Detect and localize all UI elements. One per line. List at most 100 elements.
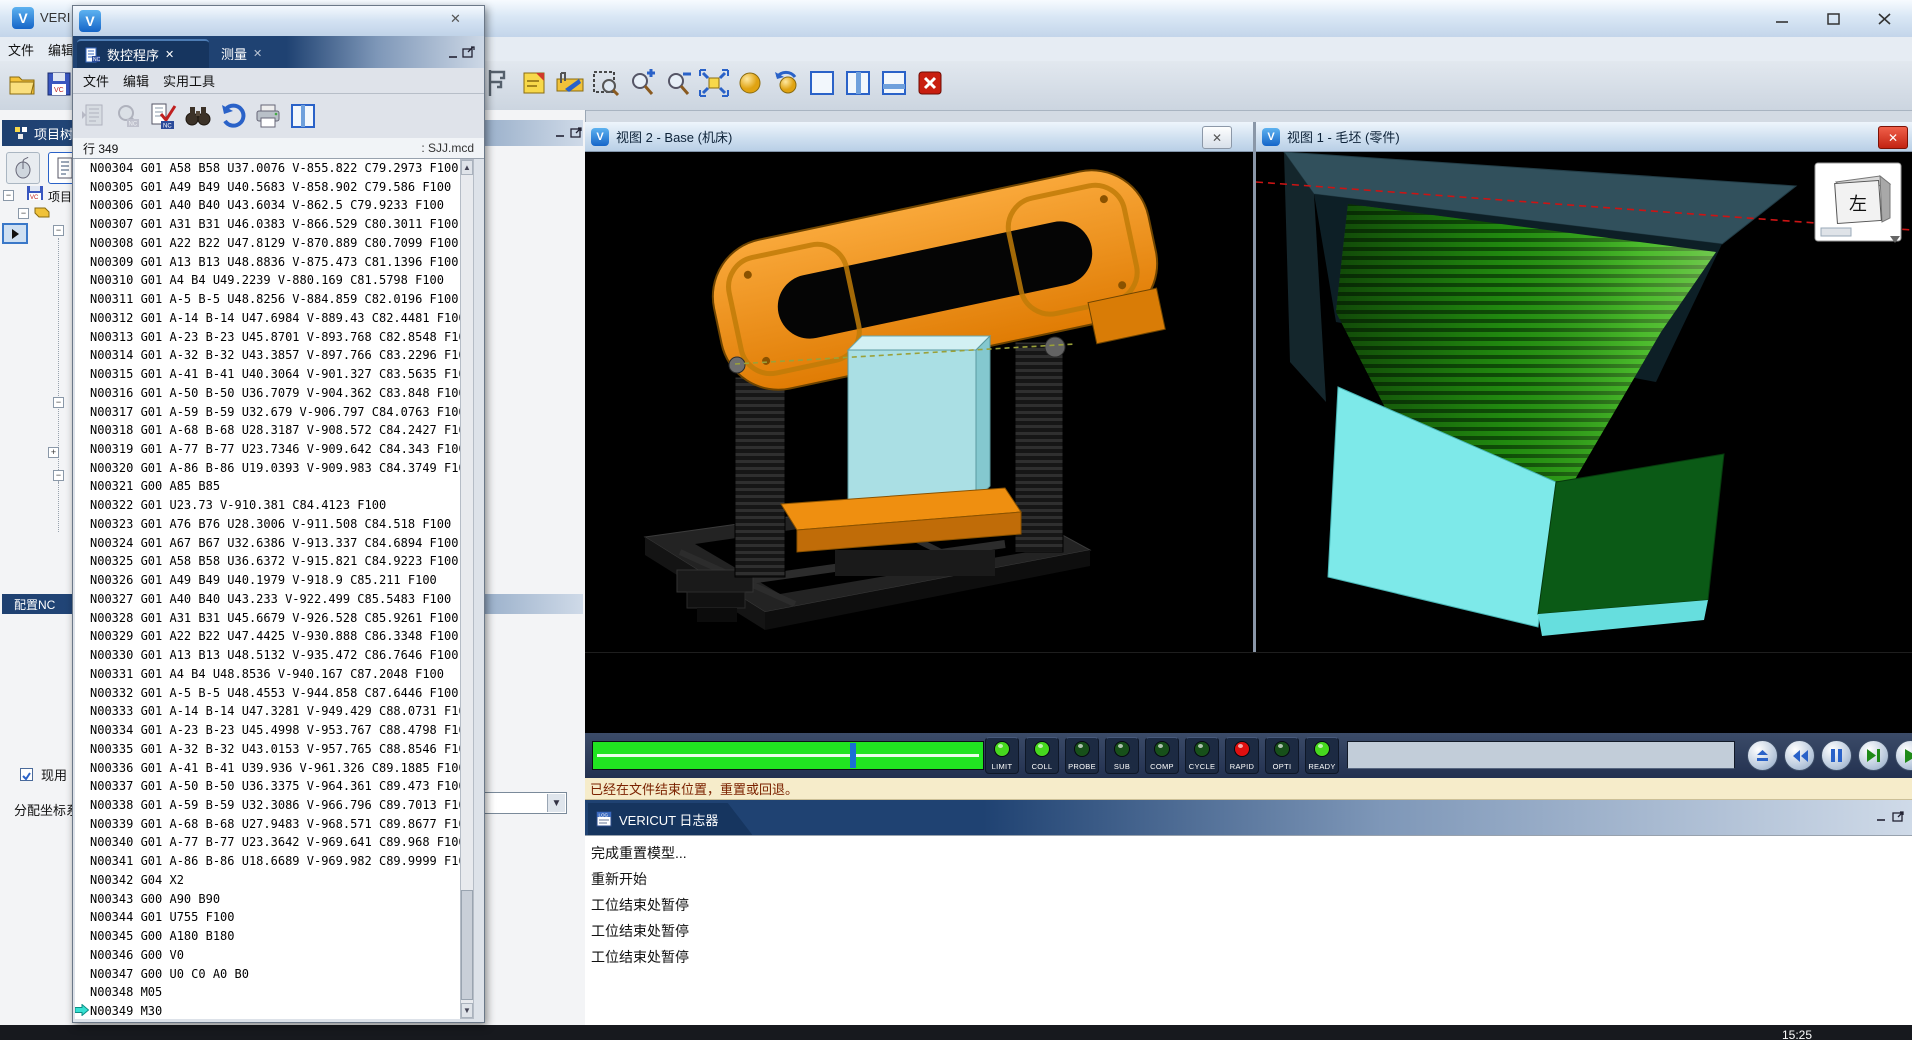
- nc-window-titlebar[interactable]: V ✕: [73, 6, 484, 37]
- save-project-icon[interactable]: VC: [44, 68, 74, 100]
- nc-line[interactable]: N00338 G01 A-59 B-59 U32.3086 V-966.796 …: [90, 796, 460, 815]
- tree-expander[interactable]: −: [53, 397, 64, 408]
- find-binoculars-icon[interactable]: [183, 100, 213, 132]
- tree-active-marker[interactable]: [2, 223, 28, 244]
- nc-line[interactable]: N00312 G01 A-14 B-14 U47.6984 V-889.43 C…: [90, 309, 460, 328]
- nc-line[interactable]: N00318 G01 A-68 B-68 U28.3187 V-908.572 …: [90, 421, 460, 440]
- annotation-note-icon[interactable]: [519, 67, 549, 99]
- print-icon[interactable]: [253, 100, 283, 132]
- tab-close-icon[interactable]: ✕: [165, 48, 174, 61]
- nc-line[interactable]: N00327 G01 A40 B40 U43.233 V-922.499 C85…: [90, 590, 460, 609]
- zoom-window-icon[interactable]: [591, 67, 621, 99]
- close-button[interactable]: [1869, 7, 1899, 31]
- pause-button[interactable]: [1821, 740, 1852, 771]
- indicator-button[interactable]: READY: [1305, 737, 1339, 774]
- nc-line[interactable]: N00323 G01 A76 B76 U28.3006 V-911.508 C8…: [90, 515, 460, 534]
- panel-popout-icon[interactable]: [568, 126, 583, 139]
- menu-item[interactable]: 实用工具: [163, 71, 215, 90]
- nc-check-icon[interactable]: NC: [148, 100, 178, 132]
- nc-line[interactable]: N00347 G00 U0 C0 A0 B0: [90, 965, 460, 984]
- view1-titlebar[interactable]: V 视图 1 - 毛坯 (零件): [1256, 122, 1912, 152]
- close-red-icon[interactable]: [915, 67, 945, 99]
- active-checkbox[interactable]: [20, 768, 33, 781]
- tab-close-icon[interactable]: ✕: [253, 47, 262, 60]
- two-view-layout-icon[interactable]: [843, 67, 873, 99]
- nc-line[interactable]: N00320 G01 A-86 B-86 U19.0393 V-909.983 …: [90, 459, 460, 478]
- tab-measure[interactable]: 测量 ✕: [213, 39, 275, 68]
- nc-line[interactable]: N00333 G01 A-14 B-14 U47.3281 V-949.429 …: [90, 702, 460, 721]
- nc-line[interactable]: N00324 G01 A67 B67 U32.6386 V-913.337 C8…: [90, 534, 460, 553]
- nc-line[interactable]: N00326 G01 A49 B49 U40.1979 V-918.9 C85.…: [90, 571, 460, 590]
- stacked-view-layout-icon[interactable]: [879, 67, 909, 99]
- machine-3d-scene[interactable]: [585, 152, 1253, 652]
- indicator-button[interactable]: LIMIT: [985, 737, 1019, 774]
- nc-line[interactable]: N00344 G01 U755 F100: [90, 908, 460, 927]
- nc-line[interactable]: N00316 G01 A-50 B-50 U36.7079 V-904.362 …: [90, 384, 460, 403]
- nc-line[interactable]: N00314 G01 A-32 B-32 U43.3857 V-897.766 …: [90, 346, 460, 365]
- nc-line[interactable]: N00335 G01 A-32 B-32 U43.0153 V-957.765 …: [90, 740, 460, 759]
- open-project-icon[interactable]: [8, 68, 38, 100]
- nc-scrollbar[interactable]: ▲ ▼: [460, 159, 474, 1019]
- menu-item[interactable]: 编辑: [123, 71, 149, 90]
- nc-line[interactable]: N00319 G01 A-77 B-77 U23.7346 V-909.642 …: [90, 440, 460, 459]
- single-view-layout-icon[interactable]: [807, 67, 837, 99]
- minimize-button[interactable]: [1767, 7, 1797, 31]
- tree-expander[interactable]: −: [3, 190, 14, 201]
- indicator-button[interactable]: COLL: [1025, 737, 1059, 774]
- rotate-view-icon[interactable]: [771, 67, 801, 99]
- tab-nc-program[interactable]: NC 数控程序 ✕: [77, 39, 209, 68]
- nc-line[interactable]: N00308 G01 A22 B22 U47.8129 V-870.889 C8…: [90, 234, 460, 253]
- reset-to-start-button[interactable]: [1747, 740, 1778, 771]
- part-3d-scene[interactable]: 左: [1256, 152, 1912, 652]
- nc-line[interactable]: N00345 G00 A180 B180: [90, 927, 460, 946]
- zoom-out-icon[interactable]: [663, 67, 693, 99]
- progress-marker[interactable]: [850, 743, 856, 768]
- nc-line[interactable]: N00349 M30: [90, 1002, 460, 1019]
- single-step-button[interactable]: [1858, 740, 1889, 771]
- nc-line[interactable]: N00336 G01 A-41 B-41 U39.936 V-961.326 C…: [90, 759, 460, 778]
- zoom-in-icon[interactable]: [627, 67, 657, 99]
- nc-line[interactable]: N00307 G01 A31 B31 U46.0383 V-866.529 C8…: [90, 215, 460, 234]
- logger-minimize-icon[interactable]: [1873, 811, 1888, 824]
- nc-line[interactable]: N00332 G01 A-5 B-5 U48.4553 V-944.858 C8…: [90, 684, 460, 703]
- nc-line[interactable]: N00309 G01 A13 B13 U48.8836 V-875.473 C8…: [90, 253, 460, 272]
- nc-popout-icon[interactable]: [461, 45, 476, 58]
- nc-line[interactable]: N00306 G01 A40 B40 U43.6034 V-862.5 C79.…: [90, 196, 460, 215]
- panel-minimize-icon[interactable]: [552, 127, 567, 140]
- scroll-up-icon[interactable]: ▲: [461, 160, 473, 175]
- indicator-button[interactable]: PROBE: [1065, 737, 1099, 774]
- review-list-icon[interactable]: [78, 100, 108, 132]
- fit-view-icon[interactable]: [699, 67, 729, 99]
- nc-line[interactable]: N00337 G01 A-50 B-50 U36.3375 V-964.361 …: [90, 777, 460, 796]
- nc-line[interactable]: N00331 G01 A4 B4 U48.8536 V-940.167 C87.…: [90, 665, 460, 684]
- nc-window-close-icon[interactable]: ✕: [450, 12, 461, 27]
- view2-titlebar[interactable]: V 视图 2 - Base (机床): [585, 122, 1253, 152]
- search-nc-icon[interactable]: NC: [113, 100, 143, 132]
- nc-line[interactable]: N00329 G01 A22 B22 U47.4425 V-930.888 C8…: [90, 627, 460, 646]
- undo-icon[interactable]: [218, 100, 248, 132]
- menu-item[interactable]: 文件: [83, 71, 109, 90]
- tree-item-project[interactable]: 项目: [48, 188, 72, 205]
- nc-line[interactable]: N00321 G00 A85 B85: [90, 477, 460, 496]
- tool-change-icon[interactable]: [555, 67, 585, 99]
- menu-item[interactable]: 文件: [8, 40, 34, 59]
- indicator-button[interactable]: SUB: [1105, 737, 1139, 774]
- nc-line[interactable]: N00340 G01 A-77 B-77 U23.3642 V-969.641 …: [90, 833, 460, 852]
- nc-minimize-icon[interactable]: [445, 48, 460, 61]
- nc-line[interactable]: N00346 G00 V0: [90, 946, 460, 965]
- scroll-down-icon[interactable]: ▼: [461, 1003, 473, 1018]
- nc-line[interactable]: N00310 G01 A4 B4 U49.2239 V-880.169 C81.…: [90, 271, 460, 290]
- nc-line[interactable]: N00328 G01 A31 B31 U45.6679 V-926.528 C8…: [90, 609, 460, 628]
- nc-line[interactable]: N00342 G04 X2: [90, 871, 460, 890]
- caliper-measure-icon[interactable]: [483, 67, 513, 99]
- tree-expander[interactable]: −: [53, 225, 64, 236]
- nc-line[interactable]: N00313 G01 A-23 B-23 U45.8701 V-893.768 …: [90, 328, 460, 347]
- mouse-mode-button[interactable]: [6, 152, 40, 184]
- nc-line[interactable]: N00334 G01 A-23 B-23 U45.4998 V-953.767 …: [90, 721, 460, 740]
- nc-line[interactable]: N00311 G01 A-5 B-5 U48.8256 V-884.859 C8…: [90, 290, 460, 309]
- menu-item[interactable]: 编辑: [48, 40, 74, 59]
- view1-close-button[interactable]: ✕: [1878, 126, 1908, 149]
- indicator-button[interactable]: OPTI: [1265, 737, 1299, 774]
- nc-line[interactable]: N00315 G01 A-41 B-41 U40.3064 V-901.327 …: [90, 365, 460, 384]
- simulation-progress-bar[interactable]: [592, 741, 984, 770]
